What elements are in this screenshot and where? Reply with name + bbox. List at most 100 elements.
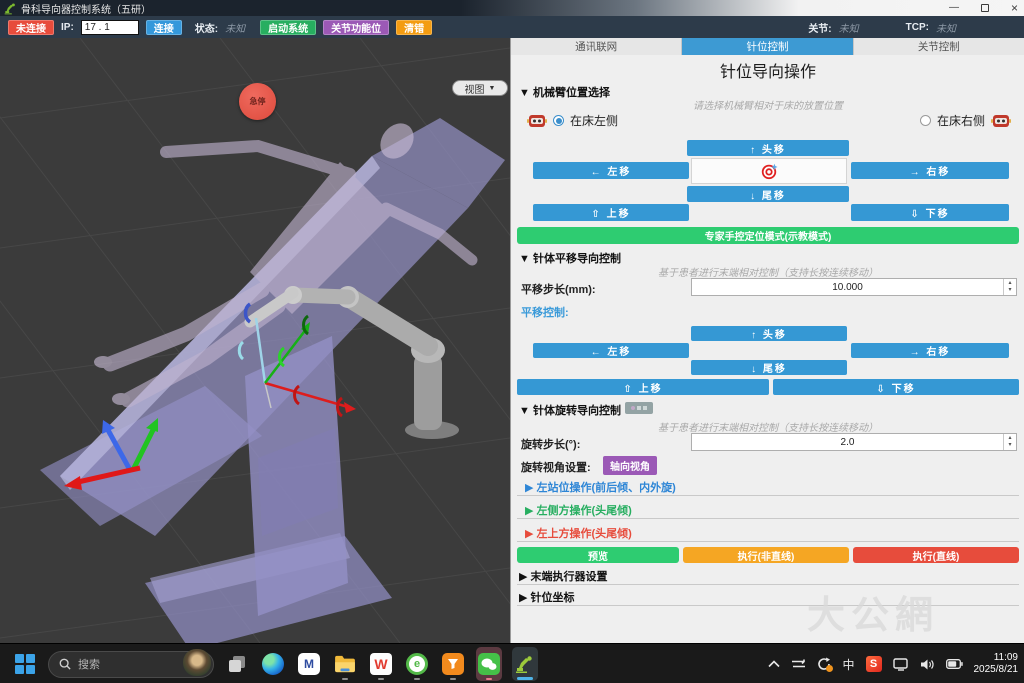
arm-move-right-button[interactable]: → 右移	[851, 162, 1009, 179]
state-label: 状态:	[195, 20, 218, 35]
radio-bed-right[interactable]	[920, 115, 931, 126]
divider	[517, 584, 1019, 585]
taskbar-app-edge[interactable]	[260, 647, 286, 681]
windows-logo-icon	[15, 654, 35, 674]
search-input[interactable]: 搜索	[48, 651, 214, 678]
ip-input[interactable]	[81, 20, 139, 35]
update-sync-icon[interactable]	[817, 657, 831, 671]
joint-function-button[interactable]: 关节功能位	[323, 20, 389, 35]
section-needle-rotation[interactable]: ▼ 针体旋转导向控制	[519, 402, 621, 418]
bed-left-label: 在床左侧	[570, 112, 618, 129]
group-left-side[interactable]: ▶ 左侧方操作(头尾倾)	[525, 502, 632, 518]
app-logo-robot-arm-icon	[4, 2, 17, 15]
tray-date: 2025/8/21	[974, 664, 1019, 676]
section-needle-coordinates[interactable]: ▶ 针位坐标	[519, 589, 575, 605]
arm-move-up-button[interactable]: ⇧ 上移	[533, 204, 689, 221]
maximize-button[interactable]	[981, 4, 989, 12]
taskbar-app-wechat[interactable]	[476, 647, 502, 681]
option-bed-left[interactable]: 在床左侧	[527, 112, 618, 129]
tab-communication[interactable]: 通讯联网	[511, 38, 682, 55]
volume-icon[interactable]	[920, 658, 935, 671]
section-end-effector[interactable]: ▶ 末端执行器设置	[519, 568, 608, 584]
taskbar-app-robot-control[interactable]	[512, 647, 538, 681]
clear-error-button[interactable]: 清错	[396, 20, 432, 35]
arm-move-down-button[interactable]: ⇩ 下移	[851, 204, 1009, 221]
expert-manual-mode-button[interactable]: 专家手控定位模式(示教模式)	[517, 227, 1019, 244]
robot-face-icon	[527, 112, 547, 129]
execute-linear-button[interactable]: 执行(直线)	[853, 547, 1019, 563]
start-system-button[interactable]: 启动系统	[260, 20, 316, 35]
taskbar-app-wps[interactable]: W	[368, 647, 394, 681]
funnel-app-icon	[442, 653, 464, 675]
translation-control-label: 平移控制:	[521, 304, 569, 320]
translate-tail-button[interactable]: ↓ 尾移	[691, 360, 847, 375]
tray-time: 11:09	[974, 652, 1019, 664]
view-dropdown[interactable]: 视图 ▼	[452, 80, 508, 96]
execute-nonlinear-button[interactable]: 执行(非直线)	[683, 547, 849, 563]
group-left-station[interactable]: ▶ 左站位操作(前后倾、内外旋)	[525, 479, 676, 495]
rotation-step-label: 旋转步长(°):	[521, 436, 580, 452]
group-left-top[interactable]: ▶ 左上方操作(头尾倾)	[525, 525, 632, 541]
translate-right-button[interactable]: → 右移	[851, 343, 1009, 358]
sogou-input-icon[interactable]: S	[866, 656, 882, 672]
running-indicator	[342, 678, 348, 680]
option-bed-right[interactable]: 在床右侧	[920, 112, 1011, 129]
ime-language-indicator[interactable]: 中	[842, 656, 854, 673]
page-title: 针位导向操作	[511, 58, 1024, 82]
taskbar-app-funnel[interactable]	[440, 647, 466, 681]
radio-bed-left[interactable]	[553, 115, 564, 126]
arm-side-options: 在床左侧 在床右侧	[511, 110, 1024, 132]
taskbar-app-green-browser[interactable]: e	[404, 647, 430, 681]
divider	[517, 518, 1019, 519]
active-app-indicator	[517, 677, 533, 680]
notification-indicator	[486, 678, 492, 680]
battery-icon[interactable]	[946, 659, 963, 669]
surgical-scene	[0, 38, 510, 643]
settings-sliders-icon[interactable]	[791, 658, 806, 670]
view-dropdown-label: 视图	[465, 81, 485, 96]
arm-move-head-button[interactable]: ↑ 头移	[687, 140, 849, 156]
titlebar: 骨科导向器控制系统（五研） — ×	[0, 0, 1024, 16]
axial-view-button[interactable]: 轴向视角	[603, 456, 657, 475]
translate-head-button[interactable]: ↑ 头移	[691, 326, 847, 341]
green-browser-icon: e	[406, 653, 428, 675]
search-highlight-image[interactable]	[183, 649, 211, 676]
clock[interactable]: 11:09 2025/8/21	[974, 652, 1019, 676]
taskbar-app-file-explorer[interactable]	[332, 647, 358, 681]
marktext-icon: M	[298, 653, 320, 675]
edge-icon	[262, 653, 284, 675]
state-value: 未知	[225, 20, 245, 35]
viewport-3d[interactable]: 急停 视图 ▼ 停止 手控模式(示教) 预览 执行(非直线) 执行(直线)	[0, 38, 510, 643]
start-button[interactable]	[12, 647, 38, 681]
hidden-icons-chevron[interactable]	[768, 660, 780, 668]
minimize-button[interactable]: —	[949, 0, 959, 16]
translate-up-button[interactable]: ⇧ 上移	[517, 379, 769, 395]
arm-move-tail-button[interactable]: ↓ 尾移	[687, 186, 849, 202]
running-indicator	[378, 678, 384, 680]
search-placeholder: 搜索	[78, 656, 176, 672]
spinner-arrows-icon[interactable]: ▴▾	[1003, 279, 1016, 295]
task-view-button[interactable]	[224, 647, 250, 681]
translation-step-spinbox[interactable]: 10.000 ▴▾	[691, 278, 1017, 296]
translate-left-button[interactable]: ← 左移	[533, 343, 689, 358]
rotation-view-label: 旋转视角设置:	[521, 459, 591, 475]
network-display-icon[interactable]	[893, 658, 909, 671]
close-button[interactable]: ×	[1011, 0, 1018, 16]
running-indicator	[414, 678, 420, 680]
spinner-arrows-icon[interactable]: ▴▾	[1003, 434, 1016, 450]
emergency-stop-button[interactable]: 急停	[239, 83, 276, 120]
chevron-down-icon: ▼	[489, 85, 496, 92]
robot-face-icon	[991, 112, 1011, 129]
connect-button[interactable]: 连接	[146, 20, 182, 35]
emergency-stop-label: 急停	[250, 96, 266, 107]
translate-down-button[interactable]: ⇩ 下移	[773, 379, 1019, 395]
wechat-icon	[478, 653, 500, 675]
joint-status-label: 关节:	[808, 20, 831, 35]
tab-needle-control[interactable]: 针位控制	[682, 38, 853, 55]
preview-button[interactable]: 预览	[517, 547, 679, 563]
taskbar-app-marktext[interactable]: M	[296, 647, 322, 681]
arm-move-left-button[interactable]: ← 左移	[533, 162, 689, 179]
tab-joint-control[interactable]: 关节控制	[854, 38, 1024, 55]
joint-status-value: 未知	[839, 20, 859, 35]
rotation-step-spinbox[interactable]: 2.0 ▴▾	[691, 433, 1017, 451]
